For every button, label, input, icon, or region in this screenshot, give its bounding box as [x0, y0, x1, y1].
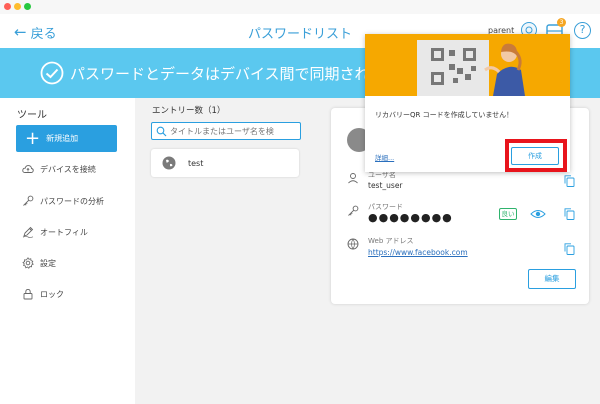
- sidebar-item-settings[interactable]: 設定: [22, 257, 56, 269]
- sidebar-item-connect-device[interactable]: デバイスを接続: [22, 163, 96, 175]
- help-icon[interactable]: ?: [574, 22, 591, 39]
- globe-icon: [347, 238, 359, 250]
- entry-list-pane: エントリー数（1） test: [135, 98, 317, 404]
- add-entry-button[interactable]: + 新規追加: [16, 125, 117, 152]
- list-item[interactable]: test: [151, 149, 299, 177]
- popup-message: リカバリーQR コードを作成していません！: [375, 111, 514, 119]
- strength-badge: 良い: [499, 208, 517, 220]
- sidebar-item-autofill[interactable]: オートフィル: [22, 226, 88, 238]
- search-input[interactable]: [170, 126, 298, 136]
- maximize-window-button[interactable]: [24, 3, 31, 10]
- sidebar-item-label: オートフィル: [40, 227, 88, 237]
- key-icon: [23, 195, 34, 206]
- check-circle-icon: [40, 61, 64, 85]
- entry-name: test: [188, 158, 204, 168]
- web-address-label: Web アドレス: [368, 237, 414, 245]
- entry-count: エントリー数（1）: [152, 106, 226, 116]
- copy-icon[interactable]: [564, 243, 575, 255]
- search-icon: [156, 126, 167, 136]
- username-value: test_user: [368, 181, 403, 190]
- qr-illustration: [365, 34, 570, 96]
- close-window-button[interactable]: [4, 3, 11, 10]
- sidebar: ツール + 新規追加 デバイスを接続 パスワードの分析 オートフィル 設定 ロッ…: [0, 98, 135, 404]
- highlight-box: [505, 139, 567, 172]
- window-titlebar: [0, 0, 600, 14]
- plus-icon: +: [25, 127, 41, 149]
- web-address-link[interactable]: https://www.facebook.com: [368, 248, 468, 257]
- eye-icon[interactable]: [530, 208, 546, 220]
- sidebar-item-label: 設定: [40, 258, 56, 268]
- password-value: ●●●●●●●●: [368, 211, 453, 224]
- lock-icon: [23, 288, 33, 300]
- user-icon: [348, 173, 358, 184]
- sidebar-item-label: ロック: [40, 289, 64, 299]
- globe-icon: [162, 156, 176, 170]
- copy-icon[interactable]: [564, 175, 575, 187]
- search-box[interactable]: [151, 122, 301, 140]
- sidebar-item-lock[interactable]: ロック: [22, 288, 64, 300]
- edit-button[interactable]: 編集: [528, 269, 576, 289]
- sidebar-item-password-analysis[interactable]: パスワードの分析: [22, 195, 104, 207]
- qr-code-illustration-icon: [417, 40, 525, 96]
- add-entry-label: 新規追加: [46, 134, 79, 143]
- minimize-window-button[interactable]: [14, 3, 21, 10]
- sidebar-heading: ツール: [17, 110, 47, 121]
- gear-icon: [22, 257, 34, 269]
- key-icon: [348, 205, 359, 216]
- details-link[interactable]: 詳細...: [375, 152, 394, 162]
- pen-icon: [22, 226, 34, 238]
- sidebar-item-label: デバイスを接続: [40, 164, 96, 174]
- notification-badge: 3: [557, 18, 566, 27]
- sidebar-item-label: パスワードの分析: [40, 196, 104, 206]
- copy-icon[interactable]: [564, 208, 575, 220]
- cloud-icon: [22, 165, 34, 173]
